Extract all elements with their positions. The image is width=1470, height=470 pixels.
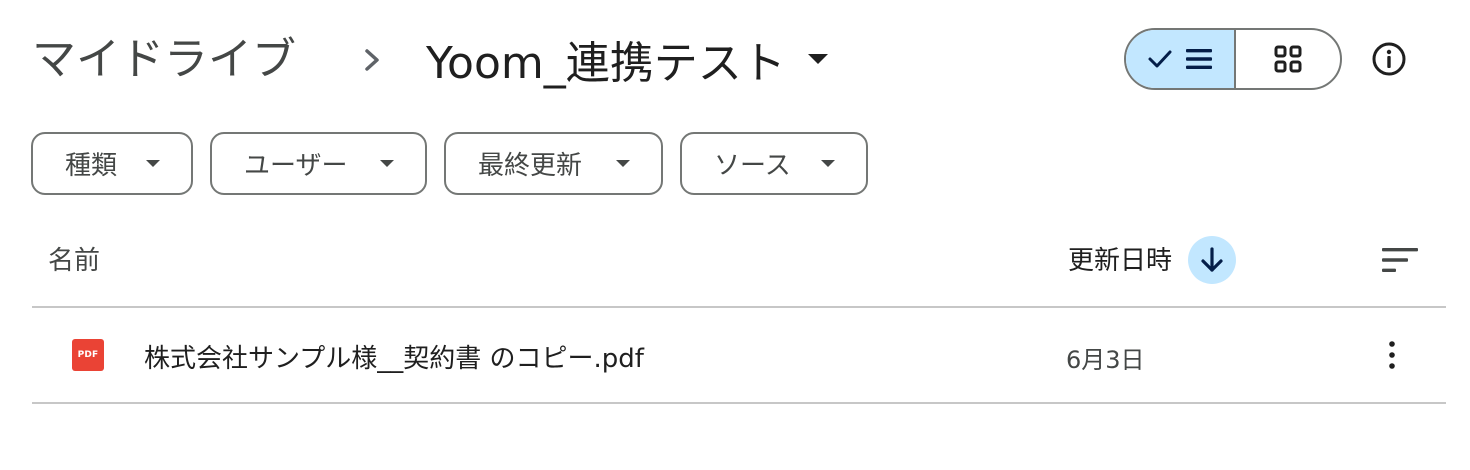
chevron-right-icon — [365, 49, 379, 71]
file-modified-date: 6月3日 — [1066, 346, 1145, 374]
view-toggle — [1124, 28, 1342, 90]
folder-title: Yoom_連携テスト — [426, 38, 786, 89]
grid-view-button[interactable] — [1236, 30, 1340, 88]
header: マイドライブ Yoom_連携テスト — [0, 0, 1470, 120]
sort-direction-button[interactable] — [1188, 236, 1236, 284]
check-icon — [1148, 50, 1172, 68]
file-row[interactable]: PDF 株式会社サンプル様__契約書 のコピー.pdf 6月3日 — [32, 308, 1446, 402]
more-vert-icon — [1389, 341, 1395, 369]
filter-people-label: ユーザー — [244, 151, 348, 181]
filter-type-chip[interactable]: 種類 — [31, 132, 193, 195]
breadcrumb-my-drive[interactable]: マイドライブ — [32, 30, 296, 90]
caret-down-icon — [821, 160, 835, 167]
caret-down-icon — [807, 54, 828, 64]
column-header-modified[interactable]: 更新日時 — [1068, 240, 1172, 277]
filter-people-chip[interactable]: ユーザー — [210, 132, 427, 195]
caret-down-icon — [146, 160, 160, 167]
list-view-button[interactable] — [1126, 30, 1236, 88]
row-divider — [32, 402, 1446, 404]
column-header-name[interactable]: 名前 — [48, 240, 100, 277]
filter-source-chip[interactable]: ソース — [680, 132, 868, 195]
info-icon — [1372, 42, 1406, 76]
filter-modified-label: 最終更新 — [478, 151, 583, 181]
filter-type-label: 種類 — [65, 151, 118, 181]
sort-options-icon[interactable] — [1378, 244, 1422, 276]
list-icon — [1186, 49, 1212, 69]
more-actions-button[interactable] — [1368, 331, 1416, 379]
arrow-down-icon — [1201, 247, 1223, 272]
grid-icon — [1274, 45, 1302, 73]
filter-modified-chip[interactable]: 最終更新 — [444, 132, 663, 195]
file-name: 株式会社サンプル様__契約書 のコピー.pdf — [144, 344, 644, 374]
breadcrumb-current-folder[interactable]: Yoom_連携テスト — [410, 26, 846, 92]
filter-source-label: ソース — [714, 151, 791, 181]
caret-down-icon — [380, 160, 394, 167]
pdf-icon: PDF — [72, 339, 104, 371]
caret-down-icon — [616, 160, 630, 167]
details-info-button[interactable] — [1366, 36, 1412, 82]
